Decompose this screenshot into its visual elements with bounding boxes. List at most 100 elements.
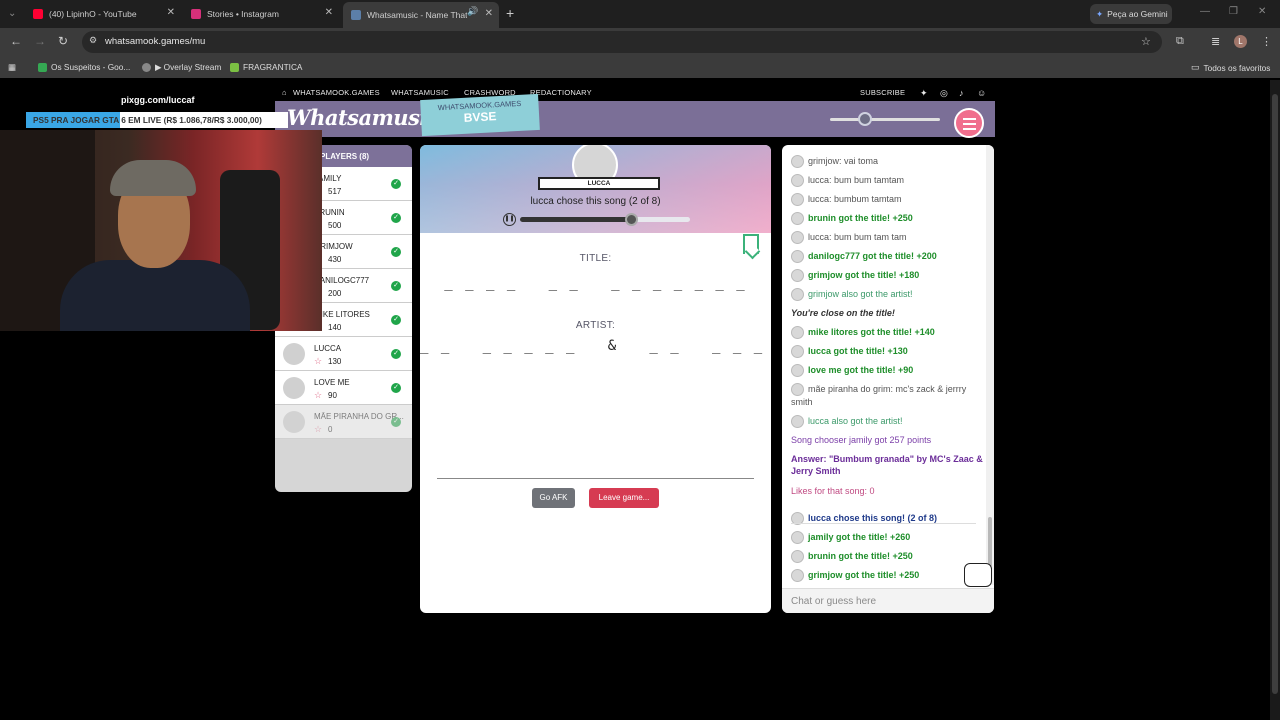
chat-message: Song chooser jamily got 257 points: [791, 434, 983, 446]
instagram-icon: [191, 9, 201, 19]
player-row[interactable]: LOVE ME ☆ 90 ✓: [275, 371, 412, 405]
new-tab-button[interactable]: +: [506, 5, 514, 21]
send-button[interactable]: [964, 563, 992, 587]
chat-avatar: [791, 212, 804, 226]
chat-avatar: [791, 345, 804, 359]
chat-avatar: [791, 250, 804, 264]
reload-icon[interactable]: ↻: [58, 34, 68, 48]
profile-avatar[interactable]: L: [1234, 35, 1247, 48]
check-icon: ✓: [391, 417, 401, 427]
tab-search-icon[interactable]: ⌄: [8, 8, 16, 19]
bookmark-label: FRAGRANTICA: [243, 62, 303, 72]
chat-scroll-thumb[interactable]: [988, 517, 992, 567]
chat-scrollbar[interactable]: [986, 145, 994, 585]
url-field[interactable]: ⚙ whatsamook.games/mu: [82, 31, 1162, 53]
gemini-label: Peça ao Gemini: [1107, 9, 1168, 19]
chat-message: You're close on the title!: [791, 307, 983, 319]
chat-message: mãe piranha do grim: mc's zack & jerrry …: [791, 383, 983, 408]
chat-placeholder: Chat or guess here: [791, 596, 877, 607]
chat-text: lucca: bum bum tamtam: [808, 175, 905, 185]
youtube-icon: [33, 9, 43, 19]
tab-youtube[interactable]: (40) LipinhO - YouTube ✕: [33, 4, 175, 24]
player-row[interactable]: LUCCA ☆ 130 ✓: [275, 337, 412, 371]
leave-game-button[interactable]: Leave game...: [589, 488, 659, 508]
artist-label: ARTIST:: [575, 320, 616, 331]
site-logo[interactable]: Whatsamusic: [287, 105, 440, 130]
chooser-ribbon: LUCCA: [538, 177, 660, 190]
tab-title: Whatsamusic - Name That: [367, 10, 467, 20]
back-icon[interactable]: ←: [10, 34, 22, 48]
bookmark-suspeitos[interactable]: Os Suspeitos - Goo...: [38, 62, 130, 72]
chat-text: brunin got the title! +250: [808, 213, 913, 223]
all-bookmarks-label: Todos os favoritos: [1203, 62, 1271, 73]
chat-text: love me got the title! +90: [808, 365, 914, 375]
url-text: whatsamook.games/mu: [105, 36, 206, 47]
chat-avatar: [791, 550, 804, 564]
gemini-button[interactable]: ✦ Peça ao Gemini: [1090, 4, 1172, 24]
home-icon[interactable]: ⌂: [282, 88, 287, 97]
chat-message: grimjow got the title! +250: [791, 569, 983, 583]
game-panel: LUCCA lucca chose this song (2 of 8) ❚❚ …: [420, 145, 771, 613]
volume-slider[interactable]: [830, 112, 940, 126]
bookmark-fragrantica[interactable]: FRAGRANTICA: [230, 62, 302, 72]
hamburger-menu-button[interactable]: [954, 108, 984, 138]
chat-message: Answer: "Bumbum granada" by MC's Zaac & …: [791, 453, 983, 477]
check-icon: ✓: [391, 315, 401, 325]
chat-avatar: [791, 193, 804, 207]
star-icon[interactable]: ☆: [1141, 35, 1151, 48]
site-info-icon[interactable]: ⚙: [89, 35, 99, 45]
forward-icon[interactable]: →: [34, 34, 46, 48]
chat-message: grimjow also got the artist!: [791, 288, 983, 302]
pause-button[interactable]: ❚❚: [503, 213, 516, 226]
scroll-thumb[interactable]: [1272, 94, 1278, 694]
song-progress-knob[interactable]: [624, 213, 638, 226]
song-progress-bar[interactable]: [520, 213, 690, 226]
page-scrollbar[interactable]: [1270, 80, 1280, 720]
title-blanks: _ _ _ _ _ _ _ _ _ _ _ _ _: [444, 275, 747, 291]
close-icon[interactable]: ✕: [485, 8, 493, 19]
chat-text: grimjow also got the artist!: [808, 289, 913, 299]
chat-divider: [791, 523, 976, 524]
speaker-icon[interactable]: 🔊: [467, 6, 478, 17]
maximize-icon[interactable]: ❐: [1229, 6, 1238, 17]
chat-message: Likes for that song: 0: [791, 485, 983, 497]
chat-message: lucca: bum bum tam tam: [791, 231, 983, 245]
extensions-icon[interactable]: ⧉: [1176, 35, 1184, 48]
player-row[interactable]: MÃE PIRANHA DO GR... ☆ 0 ✓: [275, 405, 412, 439]
close-window-icon[interactable]: ✕: [1258, 6, 1266, 17]
media-icon[interactable]: ≣: [1211, 35, 1220, 48]
whatsamusic-icon: [351, 10, 361, 20]
close-icon[interactable]: ✕: [167, 7, 175, 18]
nav-redactionary[interactable]: REDACTIONARY: [530, 88, 592, 97]
menu-line: [963, 128, 976, 130]
chat-avatar: [791, 231, 804, 245]
nav-whatsamusic[interactable]: WHATSAMUSIC: [391, 88, 449, 97]
globe-icon: [142, 62, 151, 72]
instagram-icon[interactable]: ◎: [940, 88, 948, 99]
chat-text: mãe piranha do grim: mc's zack & jerrry …: [791, 384, 967, 408]
nav-subscribe[interactable]: SUBSCRIBE: [860, 88, 905, 97]
more-menu-icon[interactable]: ⋮: [1261, 35, 1272, 48]
go-afk-button[interactable]: Go AFK: [532, 488, 575, 508]
volume-knob[interactable]: [858, 112, 872, 126]
all-bookmarks[interactable]: ▭ Todos os favoritos: [1191, 62, 1270, 73]
tab-instagram[interactable]: Stories • Instagram ✕: [191, 4, 333, 24]
apps-icon[interactable]: ▦: [8, 62, 16, 72]
star-icon: ☆: [314, 424, 323, 434]
check-icon: ✓: [391, 349, 401, 359]
bookmark-overlay-stream[interactable]: ▶ Overlay Stream: [142, 62, 221, 72]
player-score: 130: [328, 357, 342, 366]
close-icon[interactable]: ✕: [325, 7, 333, 18]
fragrantica-icon: [230, 62, 239, 72]
twitter-icon[interactable]: ✦: [920, 88, 928, 99]
tiktok-icon[interactable]: ♪: [959, 88, 964, 98]
bookmark-icon[interactable]: [743, 234, 759, 254]
discord-icon[interactable]: ☺: [977, 88, 986, 98]
donation-text: PS5 PRA JOGAR GTA 6 EM LIVE (R$ 1.086,78…: [33, 115, 262, 125]
chat-avatar: [791, 174, 804, 188]
chat-input[interactable]: Chat or guess here: [782, 588, 994, 613]
chat-text: grimjow got the title! +180: [808, 270, 920, 280]
minimize-icon[interactable]: —: [1200, 6, 1210, 17]
nav-whatsamook[interactable]: WHATSAMOOK.GAMES: [293, 88, 380, 97]
tab-whatsamusic[interactable]: Whatsamusic - Name That 🔊 ✕: [343, 2, 499, 28]
